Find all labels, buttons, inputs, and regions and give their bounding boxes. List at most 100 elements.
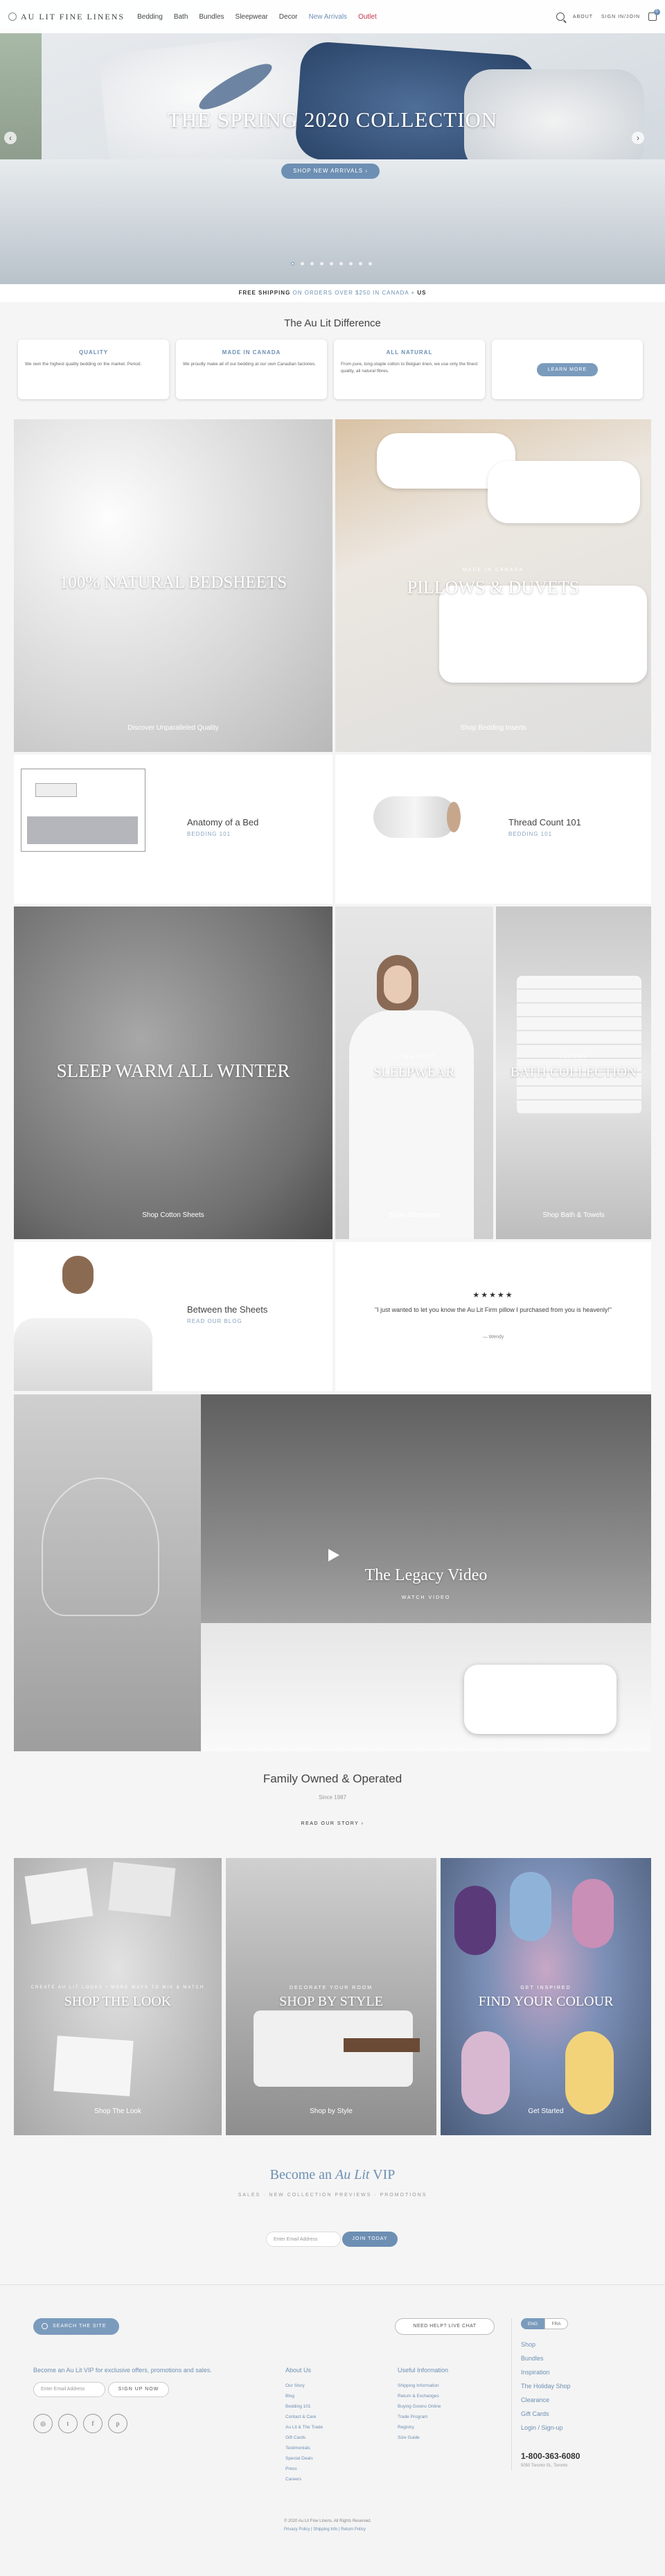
video-title: The Legacy Video xyxy=(364,1566,488,1584)
facebook-icon[interactable]: f xyxy=(83,2414,103,2433)
twitter-icon[interactable]: t xyxy=(58,2414,78,2433)
footer-link[interactable]: Au Lit & The Trade xyxy=(285,2422,323,2433)
watch-video-link[interactable]: WATCH VIDEO xyxy=(201,1595,651,1600)
footer-link[interactable]: Our Story xyxy=(285,2381,323,2391)
tile-sleepwear[interactable]: ULTRA SOFT SLEEPWEAR Shop Sleepwear xyxy=(335,906,493,1239)
tile-link[interactable]: Shop Bedding Inserts xyxy=(335,724,651,732)
search-icon[interactable] xyxy=(556,12,565,21)
bed-diagram-image xyxy=(21,769,145,852)
nav-bath[interactable]: Bath xyxy=(174,13,188,21)
footer-link[interactable]: Buying Gowns Online xyxy=(398,2401,448,2412)
lang-eng[interactable]: ENG xyxy=(521,2318,544,2329)
cart-icon[interactable]: 0 xyxy=(648,9,660,21)
quick-link[interactable]: Login / Sign-up xyxy=(521,2421,571,2435)
sign-in-link[interactable]: SIGN IN/JOIN xyxy=(601,15,640,19)
site-logo[interactable]: AU LIT FINE LINENS xyxy=(8,12,125,22)
quick-link[interactable]: Bundles xyxy=(521,2351,571,2365)
video-side-image xyxy=(14,1394,201,1751)
hero-prev-arrow-icon[interactable]: ‹ xyxy=(4,132,17,144)
carousel-dot[interactable] xyxy=(291,262,294,265)
tile-kicker: ULTRA SOFT xyxy=(392,1055,436,1060)
footer-link[interactable]: Special Deals xyxy=(285,2453,323,2464)
footer-link[interactable]: Blog xyxy=(285,2391,323,2401)
footer-link[interactable]: Return & Exchanges xyxy=(398,2391,448,2401)
carousel-dot[interactable] xyxy=(301,262,304,265)
footer-link[interactable]: Size Guide xyxy=(398,2433,448,2443)
tile-bath-collection[interactable]: LUXURY BATH COLLECTION Shop Bath & Towel… xyxy=(496,906,651,1239)
logo-mark-icon xyxy=(8,12,17,21)
search-site-button[interactable]: SEARCH THE SITE xyxy=(33,2318,119,2335)
carousel-dot[interactable] xyxy=(359,262,362,265)
nav-sleepwear[interactable]: Sleepwear xyxy=(236,13,268,21)
nav-new-arrivals[interactable]: New Arrivals xyxy=(308,13,347,21)
carousel-dot[interactable] xyxy=(349,262,353,265)
sign-up-button[interactable]: SIGN UP NOW xyxy=(108,2382,169,2397)
quick-link[interactable]: Gift Cards xyxy=(521,2407,571,2421)
phone-number[interactable]: 1-800-363-6080 xyxy=(521,2451,580,2461)
carousel-dot[interactable] xyxy=(339,262,343,265)
footer-link[interactable]: Contact & Care xyxy=(285,2412,323,2422)
instagram-icon[interactable]: ◎ xyxy=(33,2414,53,2433)
legal-links[interactable]: Privacy Policy | Shipping Info | Return … xyxy=(284,2527,366,2532)
shipping-banner[interactable]: FREE SHIPPING ON ORDERS OVER $250 IN CAN… xyxy=(0,284,665,302)
quick-link[interactable]: The Holiday Shop xyxy=(521,2379,571,2393)
quick-link[interactable]: Inspiration xyxy=(521,2365,571,2379)
about-link[interactable]: ABOUT xyxy=(573,15,593,19)
tile-link[interactable]: Shop Cotton Sheets xyxy=(14,1211,332,1219)
carousel-dot[interactable] xyxy=(320,262,323,265)
footer-link[interactable]: Gift Cards xyxy=(285,2433,323,2443)
pinterest-icon[interactable]: p xyxy=(108,2414,127,2433)
learn-more-button[interactable]: LEARN MORE xyxy=(536,362,598,376)
tile-link[interactable]: Shop Bath & Towels xyxy=(496,1211,651,1219)
quick-link[interactable]: Shop xyxy=(521,2338,571,2351)
footer-link[interactable]: Bedding 101 xyxy=(285,2401,323,2412)
tile-bedsheets[interactable]: 100% NATURAL BEDSHEETS Discover Unparall… xyxy=(14,419,332,752)
nav-bundles[interactable]: Bundles xyxy=(199,13,224,21)
hero-next-arrow-icon[interactable]: › xyxy=(632,132,644,144)
quick-link[interactable]: Clearance xyxy=(521,2393,571,2407)
tile-link[interactable]: Discover Unparalleled Quality xyxy=(14,724,332,732)
carousel-dot[interactable] xyxy=(330,262,333,265)
tile-anatomy-of-a-bed[interactable]: Anatomy of a Bed BEDDING 101 xyxy=(14,755,332,904)
tile-pillows-duvets[interactable]: MADE IN CANADA PILLOWS & DUVETS Shop Bed… xyxy=(335,419,651,752)
shop-new-arrivals-button[interactable]: SHOP NEW ARRIVALS › xyxy=(281,164,380,179)
footer-link[interactable]: Press xyxy=(285,2464,323,2474)
footer-link[interactable]: Registry xyxy=(398,2422,448,2433)
tile-title: Between the Sheets xyxy=(187,1304,268,1315)
tile-find-your-colour[interactable]: GET INSPIRED FIND YOUR COLOUR Get Starte… xyxy=(441,1858,651,2135)
tile-kicker: LUXURY xyxy=(559,1055,588,1060)
lang-fra[interactable]: FRA xyxy=(544,2318,568,2329)
tile-shop-the-look[interactable]: CREATE AU LIT LOOKS • MORE WAYS TO MIX &… xyxy=(14,1858,222,2135)
footer-link[interactable]: Testimonials xyxy=(285,2443,323,2453)
footer-email-input[interactable]: Enter Email Address xyxy=(33,2382,105,2397)
nav-bedding[interactable]: Bedding xyxy=(137,13,163,21)
column-title: Useful Information xyxy=(398,2367,449,2374)
read-our-story-link[interactable]: READ OUR STORY › xyxy=(0,1821,665,1826)
footer-link[interactable]: Trade Program xyxy=(398,2412,448,2422)
tile-shop-by-style[interactable]: DECORATE YOUR ROOM SHOP BY STYLE Shop by… xyxy=(226,1858,436,2135)
tile-thread-count-101[interactable]: Thread Count 101 BEDDING 101 xyxy=(335,755,651,904)
tile-legacy-video[interactable]: The Legacy Video WATCH VIDEO xyxy=(201,1394,651,1751)
tile-between-the-sheets[interactable]: Between the Sheets READ OUR BLOG xyxy=(14,1242,332,1391)
tile-link[interactable]: Shop by Style xyxy=(226,2108,436,2115)
tile-link[interactable]: Get Started xyxy=(441,2108,651,2115)
column-title: About Us xyxy=(285,2367,312,2374)
join-today-button[interactable]: JOIN TODAY xyxy=(342,2232,398,2247)
shipping-detail: ON ORDERS OVER $250 IN CANADA + xyxy=(292,290,416,296)
tile-link[interactable]: Shop Sleepwear xyxy=(335,1211,493,1219)
nav-outlet[interactable]: Outlet xyxy=(358,13,377,21)
shipping-tail: US xyxy=(417,290,427,296)
play-icon[interactable] xyxy=(324,1547,341,1563)
difference-card-made-in-canada: MADE IN CANADA We proudly make all of ou… xyxy=(176,340,327,399)
carousel-dot[interactable] xyxy=(369,262,372,265)
footer-link[interactable]: Careers xyxy=(285,2474,323,2485)
tile-kicker: GET INSPIRED xyxy=(520,1986,571,1990)
carousel-dot[interactable] xyxy=(310,262,314,265)
tile-sleep-warm[interactable]: SLEEP WARM ALL WINTER Shop Cotton Sheets xyxy=(14,906,332,1239)
card-text: We proudly make all of our bedding at ou… xyxy=(183,362,317,367)
vip-email-input[interactable]: Enter Email Address xyxy=(266,2232,341,2247)
live-chat-button[interactable]: NEED HELP? LIVE CHAT xyxy=(395,2318,495,2335)
tile-link[interactable]: Shop The Look xyxy=(14,2108,222,2115)
footer-link[interactable]: Shipping Information xyxy=(398,2381,448,2391)
nav-decor[interactable]: Decor xyxy=(279,13,298,21)
